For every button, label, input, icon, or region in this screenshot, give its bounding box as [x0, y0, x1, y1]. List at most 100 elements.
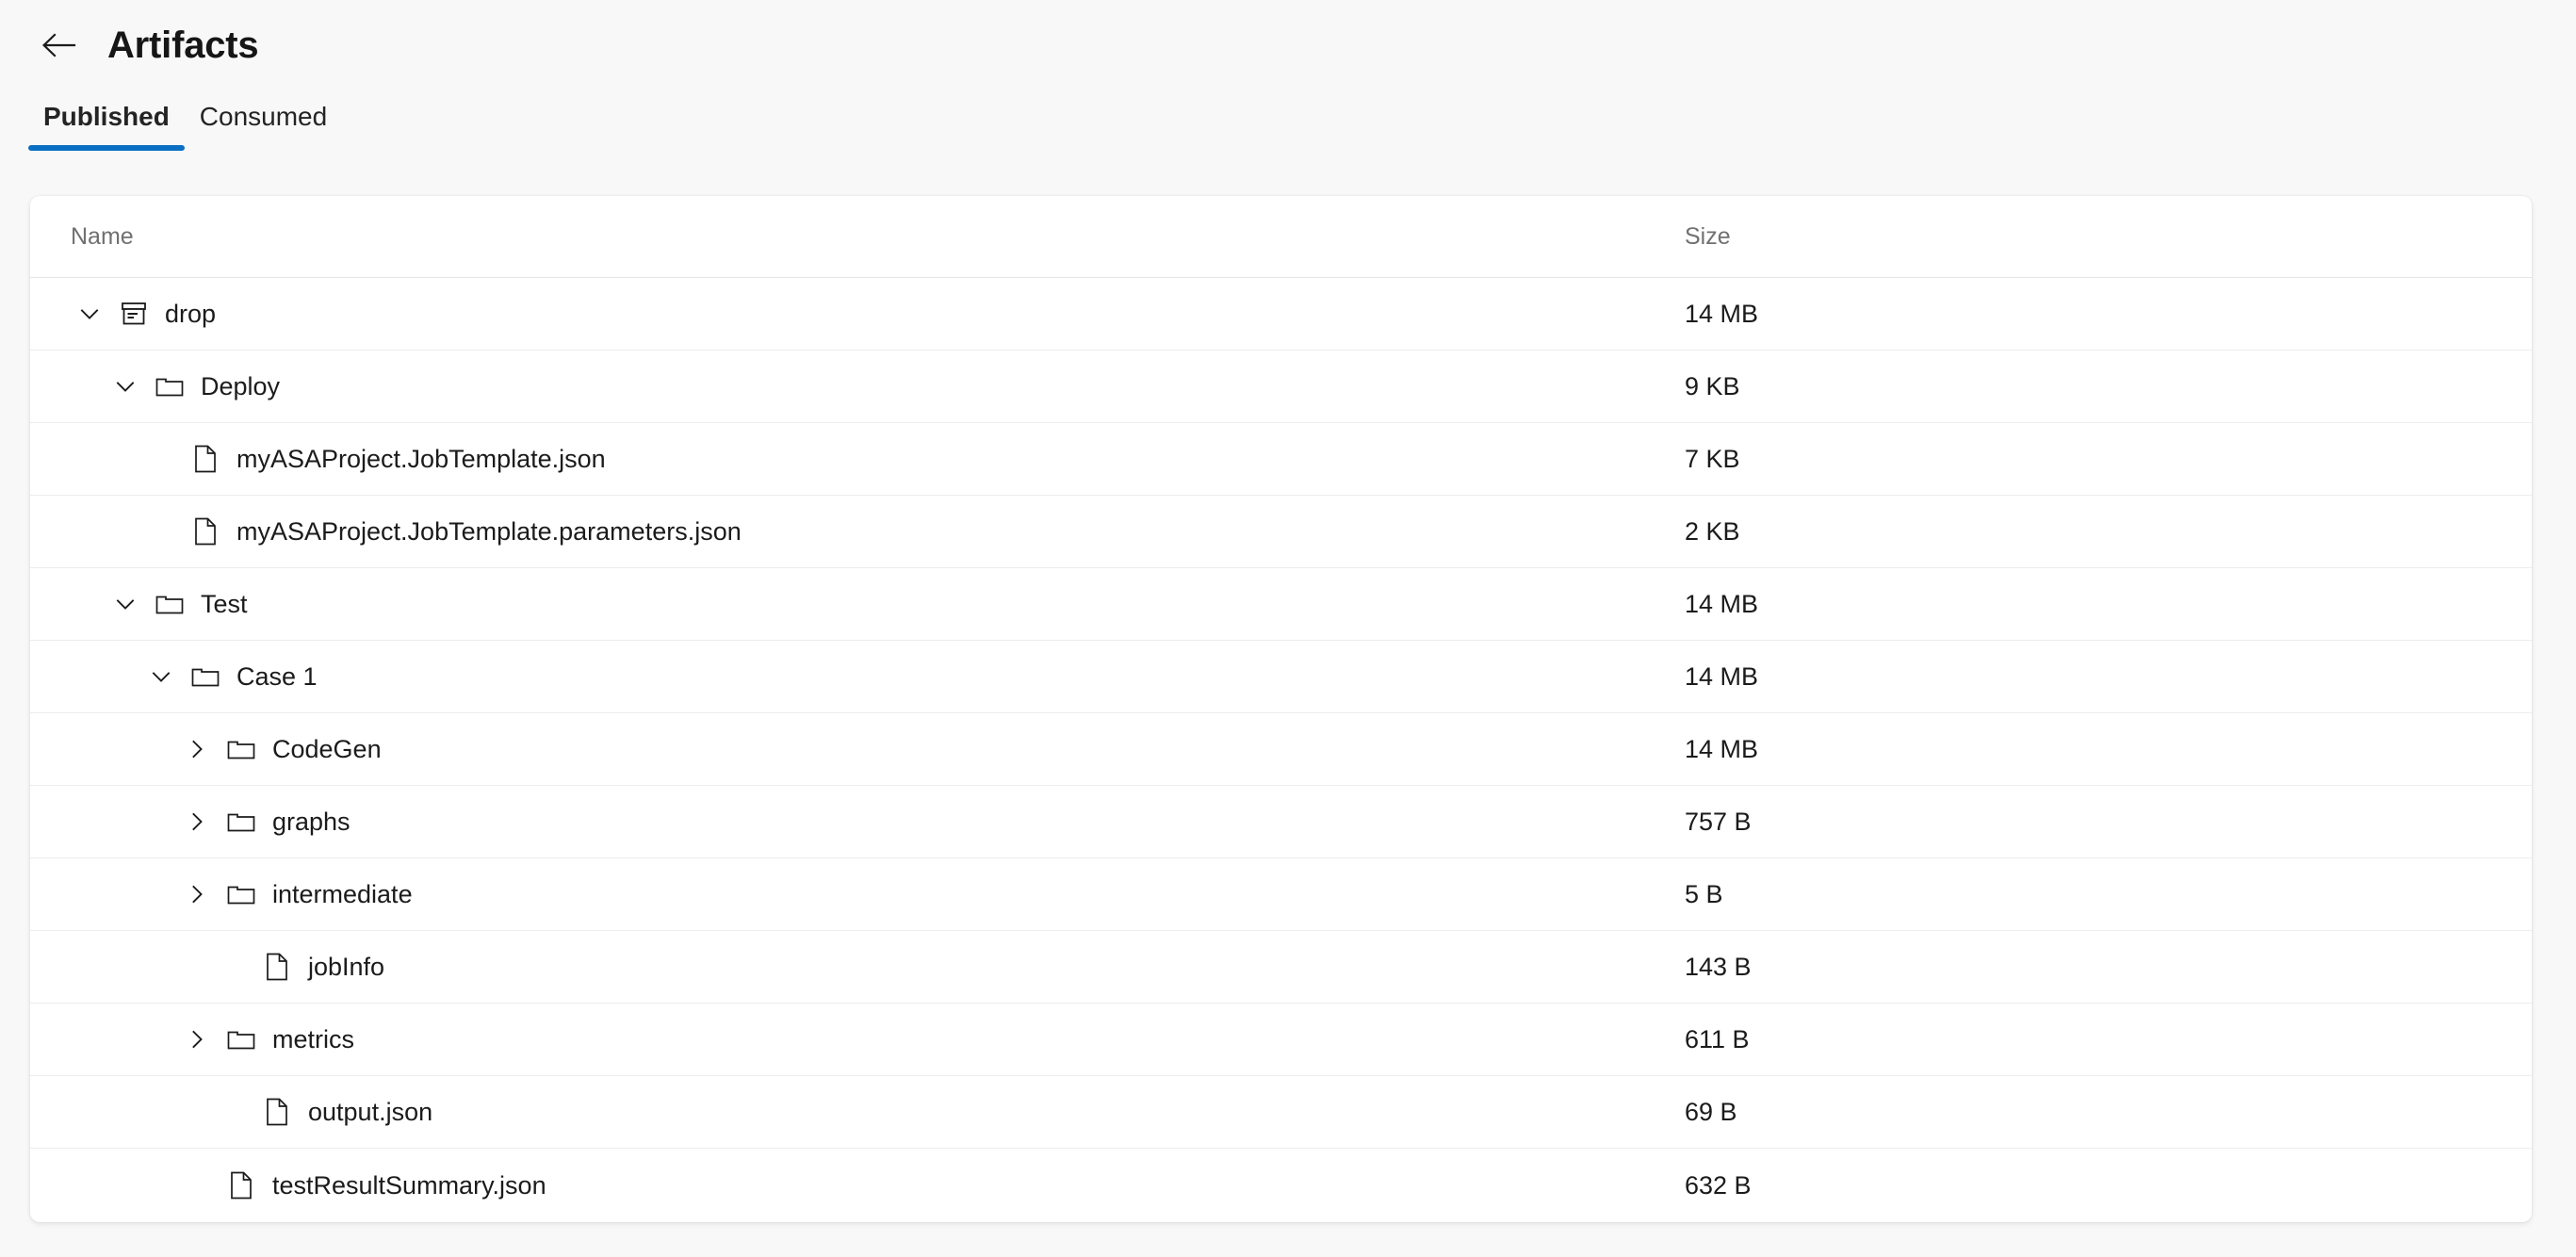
cell-name: Deploy — [71, 367, 1685, 405]
cell-size: 611 B — [1685, 1024, 1750, 1053]
row-type-icon — [189, 514, 221, 549]
folder-icon — [155, 591, 185, 617]
arrow-left-icon — [41, 30, 76, 60]
row-label: graphs — [272, 807, 351, 836]
row-label: Test — [201, 589, 248, 618]
cell-name: Test — [71, 585, 1685, 623]
tree-twisty-toggle[interactable] — [178, 803, 216, 841]
chevron-down-icon — [148, 663, 174, 690]
cell-name: CodeGen — [71, 730, 1685, 768]
chevron-right-icon — [184, 736, 210, 762]
cell-size: 757 B — [1685, 807, 1752, 836]
row-label: intermediate — [272, 879, 413, 908]
cell-size: 5 B — [1685, 879, 1723, 908]
row-label: myASAProject.JobTemplate.parameters.json — [236, 516, 742, 546]
row-type-icon — [225, 1021, 257, 1057]
tree-twisty-toggle[interactable] — [178, 730, 216, 768]
table-row[interactable]: jobInfo 143 B — [30, 931, 2532, 1004]
cell-size: 14 MB — [1685, 661, 1759, 691]
row-type-icon — [154, 368, 186, 404]
tree-twisty-toggle[interactable] — [178, 1020, 216, 1058]
row-label: testResultSummary.json — [272, 1170, 546, 1200]
tab-published-label: Published — [43, 102, 170, 131]
cell-name: output.json — [71, 1093, 1685, 1131]
cell-size: 14 MB — [1685, 589, 1759, 618]
cell-name: Case 1 — [71, 658, 1685, 695]
table-row[interactable]: Test 14 MB — [30, 568, 2532, 641]
row-type-icon — [261, 949, 293, 985]
file-icon — [193, 444, 218, 474]
cell-name: myASAProject.JobTemplate.json — [71, 440, 1685, 478]
tree-twisty-toggle[interactable] — [178, 875, 216, 913]
tree-twisty-toggle[interactable] — [142, 658, 180, 695]
row-label: Case 1 — [236, 661, 318, 691]
row-label: jobInfo — [308, 952, 385, 981]
cell-size: 2 KB — [1685, 516, 1740, 546]
cell-size: 69 B — [1685, 1097, 1737, 1126]
back-button[interactable] — [32, 19, 85, 72]
row-label: output.json — [308, 1097, 433, 1126]
row-type-icon — [225, 804, 257, 840]
folder-icon — [190, 663, 220, 690]
table-row[interactable]: output.json 69 B — [30, 1076, 2532, 1149]
table-row[interactable]: intermediate 5 B — [30, 858, 2532, 931]
tab-published[interactable]: Published — [28, 90, 185, 158]
file-icon — [229, 1170, 253, 1200]
cell-name: intermediate — [71, 875, 1685, 913]
row-label: CodeGen — [272, 734, 382, 763]
row-type-icon — [154, 586, 186, 622]
cell-name: graphs — [71, 803, 1685, 841]
tab-bar: Published Consumed — [28, 90, 342, 166]
row-type-icon — [189, 659, 221, 694]
cell-size: 14 MB — [1685, 299, 1759, 328]
tree-twisty-toggle[interactable] — [71, 295, 108, 333]
folder-icon — [226, 808, 256, 835]
page-title: Artifacts — [107, 24, 259, 66]
cell-size: 7 KB — [1685, 444, 1740, 473]
tree-twisty-placeholder — [142, 440, 180, 478]
tab-consumed[interactable]: Consumed — [185, 90, 342, 158]
cell-name: metrics — [71, 1020, 1685, 1058]
file-icon — [193, 516, 218, 547]
table-row[interactable]: Deploy 9 KB — [30, 351, 2532, 423]
row-label: Deploy — [201, 371, 281, 400]
tree-twisty-placeholder — [214, 948, 252, 986]
table-row[interactable]: CodeGen 14 MB — [30, 713, 2532, 786]
row-type-icon — [118, 296, 150, 332]
tree-twisty-placeholder — [142, 513, 180, 550]
row-label: metrics — [272, 1024, 354, 1053]
cell-name: testResultSummary.json — [71, 1167, 1685, 1204]
cell-size: 143 B — [1685, 952, 1752, 981]
table-row[interactable]: myASAProject.JobTemplate.json 7 KB — [30, 423, 2532, 496]
chevron-down-icon — [112, 373, 139, 400]
tab-consumed-label: Consumed — [199, 102, 328, 131]
cell-size: 14 MB — [1685, 734, 1759, 763]
tree-twisty-toggle[interactable] — [106, 585, 144, 623]
tree-twisty-placeholder — [178, 1167, 216, 1204]
table-row[interactable]: graphs 757 B — [30, 786, 2532, 858]
chevron-right-icon — [184, 1026, 210, 1053]
table-row[interactable]: metrics 611 B — [30, 1004, 2532, 1076]
column-header-size: Size — [1685, 222, 1731, 250]
row-type-icon — [225, 1167, 257, 1203]
table-row[interactable]: myASAProject.JobTemplate.parameters.json… — [30, 496, 2532, 568]
artifacts-table-card: Name Size drop 14 MB Deploy 9 KB myASAProjec… — [30, 196, 2532, 1222]
artifacts-page: Artifacts Published Consumed Name Size d… — [0, 0, 2576, 1257]
table-row[interactable]: testResultSummary.json 632 B — [30, 1149, 2532, 1222]
tree-twisty-toggle[interactable] — [106, 367, 144, 405]
file-icon — [265, 952, 289, 982]
table-body: drop 14 MB Deploy 9 KB myASAProject.JobTempl… — [30, 278, 2532, 1222]
table-row[interactable]: Case 1 14 MB — [30, 641, 2532, 713]
cell-name: jobInfo — [71, 948, 1685, 986]
folder-icon — [155, 373, 185, 400]
row-label: drop — [165, 299, 217, 328]
chevron-down-icon — [112, 591, 139, 617]
folder-icon — [226, 1026, 256, 1053]
folder-icon — [226, 881, 256, 907]
table-header-row: Name Size — [30, 196, 2532, 278]
table-row[interactable]: drop 14 MB — [30, 278, 2532, 351]
page-header: Artifacts — [0, 0, 2576, 90]
chevron-right-icon — [184, 881, 210, 907]
row-label: myASAProject.JobTemplate.json — [236, 444, 606, 473]
chevron-down-icon — [76, 301, 103, 327]
